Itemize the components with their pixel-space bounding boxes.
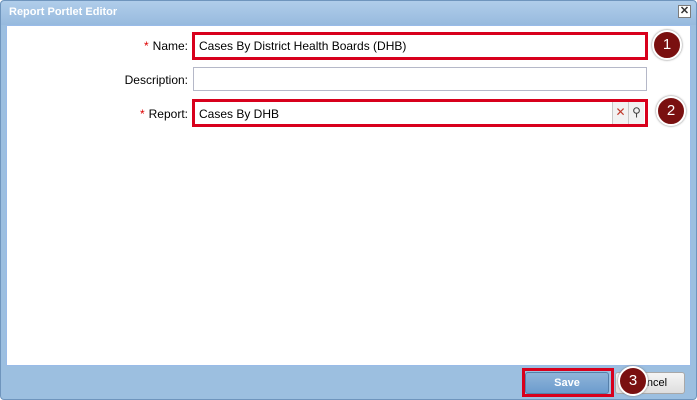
highlight-box-report	[192, 99, 648, 127]
report-label-row: * Report:	[8, 107, 188, 121]
callout-badge-1: 1	[652, 30, 682, 60]
callout-badge-3: 3	[618, 366, 648, 396]
description-label: Description:	[124, 73, 188, 87]
required-marker: *	[143, 39, 149, 53]
description-input[interactable]	[193, 67, 647, 91]
window-title: Report Portlet Editor	[9, 6, 118, 18]
highlight-box-name	[192, 32, 648, 60]
report-portlet-editor-window: Report Portlet Editor ✕	[0, 0, 697, 400]
close-icon[interactable]: ✕	[678, 5, 691, 18]
callout-badge-2: 2	[656, 96, 686, 126]
highlight-box-save	[522, 368, 614, 397]
required-marker: *	[139, 107, 145, 121]
report-label: Report:	[148, 107, 188, 121]
title-bar: Report Portlet Editor ✕	[1, 1, 696, 25]
name-label: Name:	[152, 39, 188, 53]
name-label-row: * Name:	[8, 39, 188, 53]
